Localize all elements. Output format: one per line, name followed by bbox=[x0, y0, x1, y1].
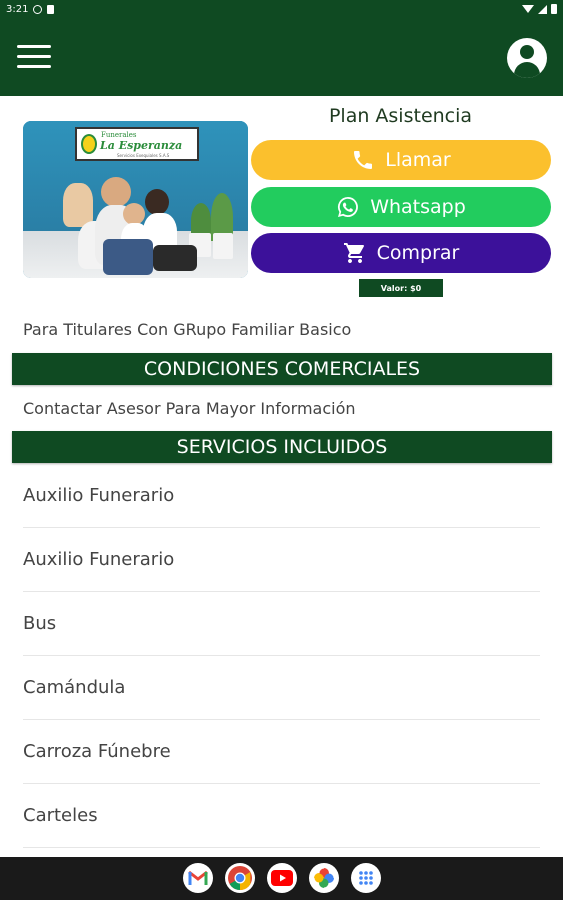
call-button-label: Llamar bbox=[385, 149, 451, 171]
services-section-header: SERVICIOS INCLUIDOS bbox=[12, 431, 552, 463]
list-item: Carroza Fúnebre bbox=[23, 720, 540, 784]
status-time: 3:21 bbox=[6, 3, 29, 15]
call-button[interactable]: Llamar bbox=[251, 140, 551, 180]
whatsapp-icon bbox=[338, 197, 359, 217]
whatsapp-button-label: Whatsapp bbox=[370, 196, 466, 218]
account-circle-icon[interactable] bbox=[507, 38, 547, 78]
app-bar bbox=[0, 18, 563, 96]
conditions-section-header: CONDICIONES COMERCIALES bbox=[12, 353, 552, 385]
status-bar: 3:21 bbox=[0, 0, 563, 18]
plan-title: Plan Asistencia bbox=[328, 105, 473, 127]
plan-image: Funerales La Esperanza Servicios Exequia… bbox=[23, 121, 248, 278]
company-logo: Funerales La Esperanza Servicios Exequia… bbox=[75, 127, 199, 161]
conditions-text: Contactar Asesor Para Mayor Información bbox=[23, 399, 356, 418]
whatsapp-button[interactable]: Whatsapp bbox=[251, 187, 551, 227]
list-item: Auxilio Funerario bbox=[23, 464, 540, 528]
list-item: Carteles bbox=[23, 784, 540, 848]
list-item: Bus bbox=[23, 592, 540, 656]
app-drawer-icon[interactable] bbox=[351, 863, 381, 893]
status-app-icon bbox=[33, 4, 43, 14]
signal-icon bbox=[538, 4, 547, 14]
wifi-icon bbox=[522, 5, 534, 13]
buy-button[interactable]: Comprar bbox=[251, 233, 551, 273]
system-dock bbox=[0, 857, 563, 900]
list-item: Camándula bbox=[23, 656, 540, 720]
shopping-cart-icon bbox=[343, 243, 364, 263]
plan-description: Para Titulares Con GRupo Familiar Basico bbox=[23, 320, 352, 339]
logo-emblem-icon bbox=[81, 134, 97, 154]
battery-icon bbox=[551, 4, 557, 14]
price-badge: Valor: $0 bbox=[359, 279, 443, 297]
list-item: Auxilio Funerario bbox=[23, 528, 540, 592]
chrome-icon[interactable] bbox=[225, 863, 255, 893]
gmail-icon[interactable] bbox=[183, 863, 213, 893]
youtube-icon[interactable] bbox=[267, 863, 297, 893]
buy-button-label: Comprar bbox=[376, 242, 460, 264]
phone-icon bbox=[354, 151, 373, 169]
photos-icon[interactable] bbox=[309, 863, 339, 893]
status-sim-icon bbox=[47, 4, 55, 14]
hamburger-menu-icon[interactable] bbox=[17, 45, 51, 69]
services-list: Auxilio Funerario Auxilio Funerario Bus … bbox=[23, 464, 540, 848]
